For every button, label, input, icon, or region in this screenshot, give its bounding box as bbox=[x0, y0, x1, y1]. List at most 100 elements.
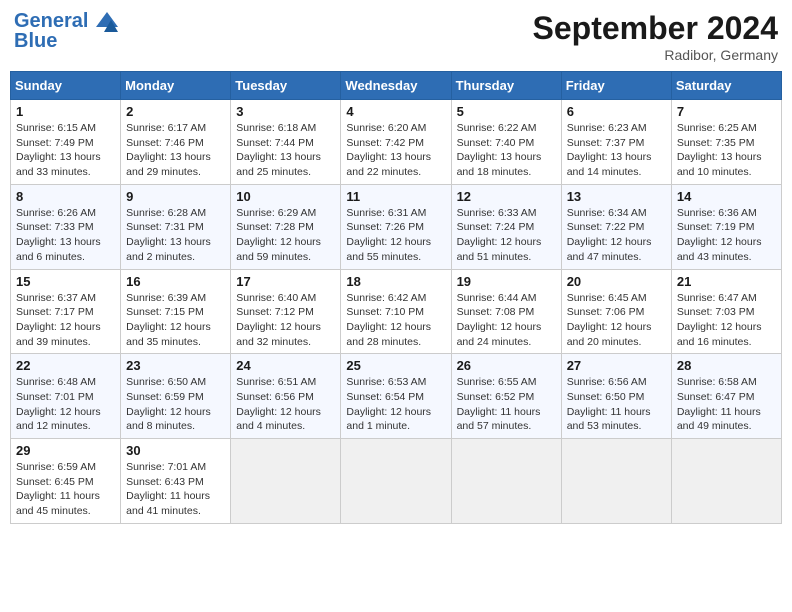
month-title: September 2024 bbox=[533, 10, 778, 47]
table-row: 15 Sunrise: 6:37 AM Sunset: 7:17 PM Dayl… bbox=[11, 269, 121, 354]
table-row bbox=[561, 439, 671, 524]
table-row: 27 Sunrise: 6:56 AM Sunset: 6:50 PM Dayl… bbox=[561, 354, 671, 439]
title-area: September 2024 Radibor, Germany bbox=[533, 10, 778, 63]
day-number: 27 bbox=[567, 358, 666, 373]
table-row: 12 Sunrise: 6:33 AM Sunset: 7:24 PM Dayl… bbox=[451, 184, 561, 269]
table-row: 10 Sunrise: 6:29 AM Sunset: 7:28 PM Dayl… bbox=[231, 184, 341, 269]
page-header: General Blue September 2024 Radibor, Ger… bbox=[10, 10, 782, 63]
day-number: 14 bbox=[677, 189, 776, 204]
col-thursday: Thursday bbox=[451, 72, 561, 100]
col-tuesday: Tuesday bbox=[231, 72, 341, 100]
table-row: 28 Sunrise: 6:58 AM Sunset: 6:47 PM Dayl… bbox=[671, 354, 781, 439]
cell-content: Sunrise: 6:36 AM Sunset: 7:19 PM Dayligh… bbox=[677, 206, 776, 265]
cell-content: Sunrise: 6:34 AM Sunset: 7:22 PM Dayligh… bbox=[567, 206, 666, 265]
calendar-week-row: 8 Sunrise: 6:26 AM Sunset: 7:33 PM Dayli… bbox=[11, 184, 782, 269]
cell-content: Sunrise: 6:39 AM Sunset: 7:15 PM Dayligh… bbox=[126, 291, 225, 350]
cell-content: Sunrise: 6:44 AM Sunset: 7:08 PM Dayligh… bbox=[457, 291, 556, 350]
cell-content: Sunrise: 6:22 AM Sunset: 7:40 PM Dayligh… bbox=[457, 121, 556, 180]
cell-content: Sunrise: 6:33 AM Sunset: 7:24 PM Dayligh… bbox=[457, 206, 556, 265]
cell-content: Sunrise: 6:28 AM Sunset: 7:31 PM Dayligh… bbox=[126, 206, 225, 265]
table-row: 4 Sunrise: 6:20 AM Sunset: 7:42 PM Dayli… bbox=[341, 100, 451, 185]
cell-content: Sunrise: 6:15 AM Sunset: 7:49 PM Dayligh… bbox=[16, 121, 115, 180]
day-number: 29 bbox=[16, 443, 115, 458]
cell-content: Sunrise: 6:56 AM Sunset: 6:50 PM Dayligh… bbox=[567, 375, 666, 434]
cell-content: Sunrise: 6:40 AM Sunset: 7:12 PM Dayligh… bbox=[236, 291, 335, 350]
day-number: 22 bbox=[16, 358, 115, 373]
table-row bbox=[341, 439, 451, 524]
table-row: 7 Sunrise: 6:25 AM Sunset: 7:35 PM Dayli… bbox=[671, 100, 781, 185]
cell-content: Sunrise: 6:55 AM Sunset: 6:52 PM Dayligh… bbox=[457, 375, 556, 434]
day-number: 28 bbox=[677, 358, 776, 373]
table-row: 29 Sunrise: 6:59 AM Sunset: 6:45 PM Dayl… bbox=[11, 439, 121, 524]
day-number: 24 bbox=[236, 358, 335, 373]
table-row: 21 Sunrise: 6:47 AM Sunset: 7:03 PM Dayl… bbox=[671, 269, 781, 354]
cell-content: Sunrise: 6:50 AM Sunset: 6:59 PM Dayligh… bbox=[126, 375, 225, 434]
table-row: 14 Sunrise: 6:36 AM Sunset: 7:19 PM Dayl… bbox=[671, 184, 781, 269]
day-number: 10 bbox=[236, 189, 335, 204]
cell-content: Sunrise: 6:23 AM Sunset: 7:37 PM Dayligh… bbox=[567, 121, 666, 180]
day-number: 13 bbox=[567, 189, 666, 204]
cell-content: Sunrise: 6:17 AM Sunset: 7:46 PM Dayligh… bbox=[126, 121, 225, 180]
cell-content: Sunrise: 6:48 AM Sunset: 7:01 PM Dayligh… bbox=[16, 375, 115, 434]
calendar-week-row: 29 Sunrise: 6:59 AM Sunset: 6:45 PM Dayl… bbox=[11, 439, 782, 524]
table-row: 11 Sunrise: 6:31 AM Sunset: 7:26 PM Dayl… bbox=[341, 184, 451, 269]
calendar-week-row: 1 Sunrise: 6:15 AM Sunset: 7:49 PM Dayli… bbox=[11, 100, 782, 185]
day-number: 21 bbox=[677, 274, 776, 289]
table-row: 19 Sunrise: 6:44 AM Sunset: 7:08 PM Dayl… bbox=[451, 269, 561, 354]
day-number: 30 bbox=[126, 443, 225, 458]
logo-icon bbox=[96, 12, 118, 32]
table-row: 26 Sunrise: 6:55 AM Sunset: 6:52 PM Dayl… bbox=[451, 354, 561, 439]
day-number: 23 bbox=[126, 358, 225, 373]
day-number: 16 bbox=[126, 274, 225, 289]
cell-content: Sunrise: 6:29 AM Sunset: 7:28 PM Dayligh… bbox=[236, 206, 335, 265]
location: Radibor, Germany bbox=[533, 47, 778, 63]
cell-content: Sunrise: 6:45 AM Sunset: 7:06 PM Dayligh… bbox=[567, 291, 666, 350]
day-number: 26 bbox=[457, 358, 556, 373]
table-row: 6 Sunrise: 6:23 AM Sunset: 7:37 PM Dayli… bbox=[561, 100, 671, 185]
table-row: 2 Sunrise: 6:17 AM Sunset: 7:46 PM Dayli… bbox=[121, 100, 231, 185]
day-number: 25 bbox=[346, 358, 445, 373]
col-wednesday: Wednesday bbox=[341, 72, 451, 100]
day-number: 4 bbox=[346, 104, 445, 119]
table-row: 3 Sunrise: 6:18 AM Sunset: 7:44 PM Dayli… bbox=[231, 100, 341, 185]
cell-content: Sunrise: 6:59 AM Sunset: 6:45 PM Dayligh… bbox=[16, 460, 115, 519]
day-number: 3 bbox=[236, 104, 335, 119]
table-row: 23 Sunrise: 6:50 AM Sunset: 6:59 PM Dayl… bbox=[121, 354, 231, 439]
cell-content: Sunrise: 7:01 AM Sunset: 6:43 PM Dayligh… bbox=[126, 460, 225, 519]
col-friday: Friday bbox=[561, 72, 671, 100]
table-row bbox=[231, 439, 341, 524]
day-number: 9 bbox=[126, 189, 225, 204]
cell-content: Sunrise: 6:47 AM Sunset: 7:03 PM Dayligh… bbox=[677, 291, 776, 350]
table-row: 17 Sunrise: 6:40 AM Sunset: 7:12 PM Dayl… bbox=[231, 269, 341, 354]
day-number: 8 bbox=[16, 189, 115, 204]
cell-content: Sunrise: 6:53 AM Sunset: 6:54 PM Dayligh… bbox=[346, 375, 445, 434]
cell-content: Sunrise: 6:20 AM Sunset: 7:42 PM Dayligh… bbox=[346, 121, 445, 180]
day-number: 2 bbox=[126, 104, 225, 119]
table-row: 20 Sunrise: 6:45 AM Sunset: 7:06 PM Dayl… bbox=[561, 269, 671, 354]
calendar-header-row: Sunday Monday Tuesday Wednesday Thursday… bbox=[11, 72, 782, 100]
cell-content: Sunrise: 6:42 AM Sunset: 7:10 PM Dayligh… bbox=[346, 291, 445, 350]
table-row: 9 Sunrise: 6:28 AM Sunset: 7:31 PM Dayli… bbox=[121, 184, 231, 269]
day-number: 17 bbox=[236, 274, 335, 289]
cell-content: Sunrise: 6:18 AM Sunset: 7:44 PM Dayligh… bbox=[236, 121, 335, 180]
day-number: 1 bbox=[16, 104, 115, 119]
day-number: 20 bbox=[567, 274, 666, 289]
col-saturday: Saturday bbox=[671, 72, 781, 100]
cell-content: Sunrise: 6:51 AM Sunset: 6:56 PM Dayligh… bbox=[236, 375, 335, 434]
day-number: 19 bbox=[457, 274, 556, 289]
logo-blue: Blue bbox=[14, 30, 118, 52]
table-row: 5 Sunrise: 6:22 AM Sunset: 7:40 PM Dayli… bbox=[451, 100, 561, 185]
cell-content: Sunrise: 6:31 AM Sunset: 7:26 PM Dayligh… bbox=[346, 206, 445, 265]
day-number: 12 bbox=[457, 189, 556, 204]
cell-content: Sunrise: 6:26 AM Sunset: 7:33 PM Dayligh… bbox=[16, 206, 115, 265]
day-number: 6 bbox=[567, 104, 666, 119]
calendar-week-row: 22 Sunrise: 6:48 AM Sunset: 7:01 PM Dayl… bbox=[11, 354, 782, 439]
day-number: 18 bbox=[346, 274, 445, 289]
day-number: 11 bbox=[346, 189, 445, 204]
cell-content: Sunrise: 6:25 AM Sunset: 7:35 PM Dayligh… bbox=[677, 121, 776, 180]
cell-content: Sunrise: 6:58 AM Sunset: 6:47 PM Dayligh… bbox=[677, 375, 776, 434]
table-row bbox=[451, 439, 561, 524]
logo-text: General bbox=[14, 10, 118, 32]
day-number: 15 bbox=[16, 274, 115, 289]
table-row: 16 Sunrise: 6:39 AM Sunset: 7:15 PM Dayl… bbox=[121, 269, 231, 354]
